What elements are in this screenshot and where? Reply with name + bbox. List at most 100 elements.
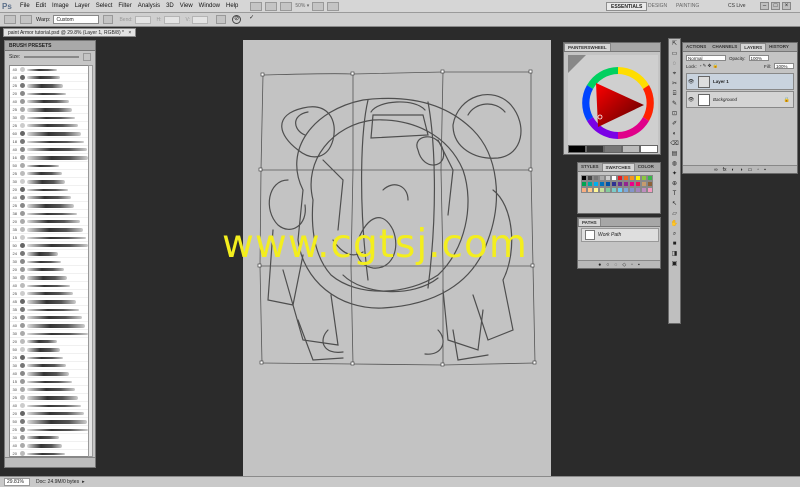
zoom-field[interactable]: 29.81% (4, 478, 30, 486)
tool-icon[interactable]: ▱ (670, 210, 679, 219)
status-menu-arrow-icon[interactable]: ▸ (82, 479, 85, 485)
tool-icon[interactable]: ◐ (670, 130, 679, 139)
menu-3d[interactable]: 3D (166, 3, 174, 9)
tool-icon[interactable]: ✂ (670, 80, 679, 89)
view-extras-icon[interactable] (280, 1, 293, 11)
adjustment-icon[interactable]: ◑ (740, 167, 743, 173)
wheel-swatch[interactable] (586, 145, 604, 153)
menu-image[interactable]: Image (52, 3, 69, 9)
brush-preset-item[interactable]: 25 (10, 426, 88, 434)
tool-icon[interactable]: ◨ (670, 250, 679, 259)
minimize-icon[interactable]: – (760, 2, 769, 10)
brush-preset-item[interactable]: 20 (10, 410, 88, 418)
menu-layer[interactable]: Layer (75, 3, 90, 9)
brush-preset-item[interactable]: 25 (10, 202, 88, 210)
stroke-path-icon[interactable]: ○ (606, 262, 609, 268)
brush-preset-item[interactable]: 25 (10, 290, 88, 298)
menu-edit[interactable]: Edit (36, 3, 46, 9)
brush-preset-item[interactable]: 30 (10, 330, 88, 338)
brush-preset-item[interactable]: 25 (10, 394, 88, 402)
brush-preset-item[interactable]: 38 (10, 210, 88, 218)
menu-help[interactable]: Help (226, 3, 238, 9)
brush-list-scrollbar[interactable] (88, 65, 93, 457)
brush-preset-item[interactable]: 45 (10, 298, 88, 306)
color-wheel[interactable] (568, 55, 658, 145)
brush-preset-item[interactable]: 20 (10, 186, 88, 194)
warp-select[interactable]: Custom (53, 15, 100, 24)
brush-preset-item[interactable]: 30 (10, 178, 88, 186)
workspace-essentials-button[interactable]: ESSENTIALS (606, 2, 648, 11)
tool-icon[interactable]: ■ (670, 240, 679, 249)
load-selection-icon[interactable]: ◌ (614, 262, 617, 268)
menu-filter[interactable]: Filter (118, 3, 131, 9)
brush-preset-item[interactable]: 15 (10, 234, 88, 242)
brush-preset-item[interactable]: 50 (10, 162, 88, 170)
tool-icon[interactable]: ⌫ (670, 140, 679, 149)
brush-preset-item[interactable]: 25 (10, 314, 88, 322)
layer-row-background[interactable]: 👁 Background 🔒 (686, 91, 794, 108)
brush-preset-item[interactable]: 30 (10, 362, 88, 370)
warp-orientation-icon[interactable] (103, 15, 114, 24)
tool-icon[interactable]: ⇱ (670, 40, 679, 49)
tab-channels[interactable]: CHANNELS (709, 43, 740, 51)
tab-painterswheel[interactable]: PAINTERSWHEEL (564, 43, 611, 51)
tab-swatches[interactable]: SWATCHES (601, 163, 635, 171)
tool-icon[interactable]: ▭ (670, 50, 679, 59)
eye-icon[interactable]: 👁 (687, 79, 695, 85)
menu-select[interactable]: Select (96, 3, 113, 9)
brush-preset-item[interactable]: 50 (10, 346, 88, 354)
wheel-swatch[interactable] (640, 145, 658, 153)
tab-history[interactable]: HISTORY (766, 43, 792, 51)
brush-preset-item[interactable]: 40 (10, 402, 88, 410)
brush-preset-item[interactable]: 40 (10, 98, 88, 106)
lock-icons[interactable]: ▫ ✎ ✥ 🔒 (700, 63, 719, 69)
brush-preset-item[interactable]: 20 (10, 266, 88, 274)
brush-preset-item[interactable]: 25 (10, 122, 88, 130)
fill-path-icon[interactable]: ● (598, 262, 601, 268)
brush-preset-item[interactable]: 30 (10, 114, 88, 122)
brush-preset-item[interactable]: 50 (10, 418, 88, 426)
wheel-swatch[interactable] (622, 145, 640, 153)
mask-icon[interactable]: ◐ (732, 167, 735, 173)
brush-preset-item[interactable]: 24 (10, 250, 88, 258)
brush-preset-item[interactable]: 40 (10, 74, 88, 82)
work-path-item[interactable]: Work Path (581, 228, 659, 242)
blend-mode-select[interactable]: Normal (686, 55, 726, 61)
brush-preset-item[interactable]: 40 (10, 442, 88, 450)
document-close-icon[interactable]: × (128, 30, 131, 36)
tool-icon[interactable]: ◍ (670, 160, 679, 169)
brush-preset-item[interactable]: 20 (10, 218, 88, 226)
brush-preset-item[interactable]: 30 (10, 434, 88, 442)
workspace-painting-button[interactable]: PAINTING (676, 3, 699, 9)
brush-preset-item[interactable]: 30 (10, 258, 88, 266)
tool-icon[interactable]: ◌ (670, 60, 679, 69)
brush-preset-item[interactable]: 20 (10, 90, 88, 98)
menu-analysis[interactable]: Analysis (138, 3, 160, 9)
tool-icon[interactable]: ⊡ (670, 110, 679, 119)
brush-preset-item[interactable]: 30 (10, 386, 88, 394)
delete-path-icon[interactable]: ▪ (638, 262, 640, 268)
brush-preset-item[interactable]: 30 (10, 274, 88, 282)
menu-view[interactable]: View (180, 3, 193, 9)
menu-window[interactable]: Window (199, 3, 220, 9)
warp-mode-icon[interactable] (216, 15, 227, 24)
brush-panel-toggle-icon[interactable] (83, 53, 91, 61)
brush-list[interactable]: 40 40 25 20 40 25 30 25 60 18 40 16 50 25 30 20 40 25 38 20… (9, 65, 89, 457)
tab-layers[interactable]: LAYERS (740, 43, 767, 51)
fx-icon[interactable]: fx (723, 167, 727, 173)
new-layer-icon[interactable]: ▫ (757, 167, 759, 173)
tool-icon[interactable]: ⌸ (670, 90, 679, 99)
arrange-documents-icon[interactable] (312, 1, 325, 11)
tool-icon[interactable]: ⌖ (670, 70, 679, 79)
brush-preset-item[interactable]: 40 (10, 370, 88, 378)
bridge-icon[interactable] (250, 1, 263, 11)
brush-preset-item[interactable]: 20 (10, 338, 88, 346)
brush-preset-item[interactable]: 15 (10, 378, 88, 386)
tool-icon[interactable]: ▤ (670, 150, 679, 159)
tool-preset-icon[interactable] (4, 15, 16, 24)
brush-preset-item[interactable]: 25 (10, 354, 88, 362)
tool-icon[interactable]: T (670, 190, 679, 199)
tool-icon[interactable]: ✐ (670, 120, 679, 129)
swatch-grid[interactable] (581, 175, 653, 209)
zoom-dropdown[interactable]: 50% ▾ (295, 3, 309, 9)
